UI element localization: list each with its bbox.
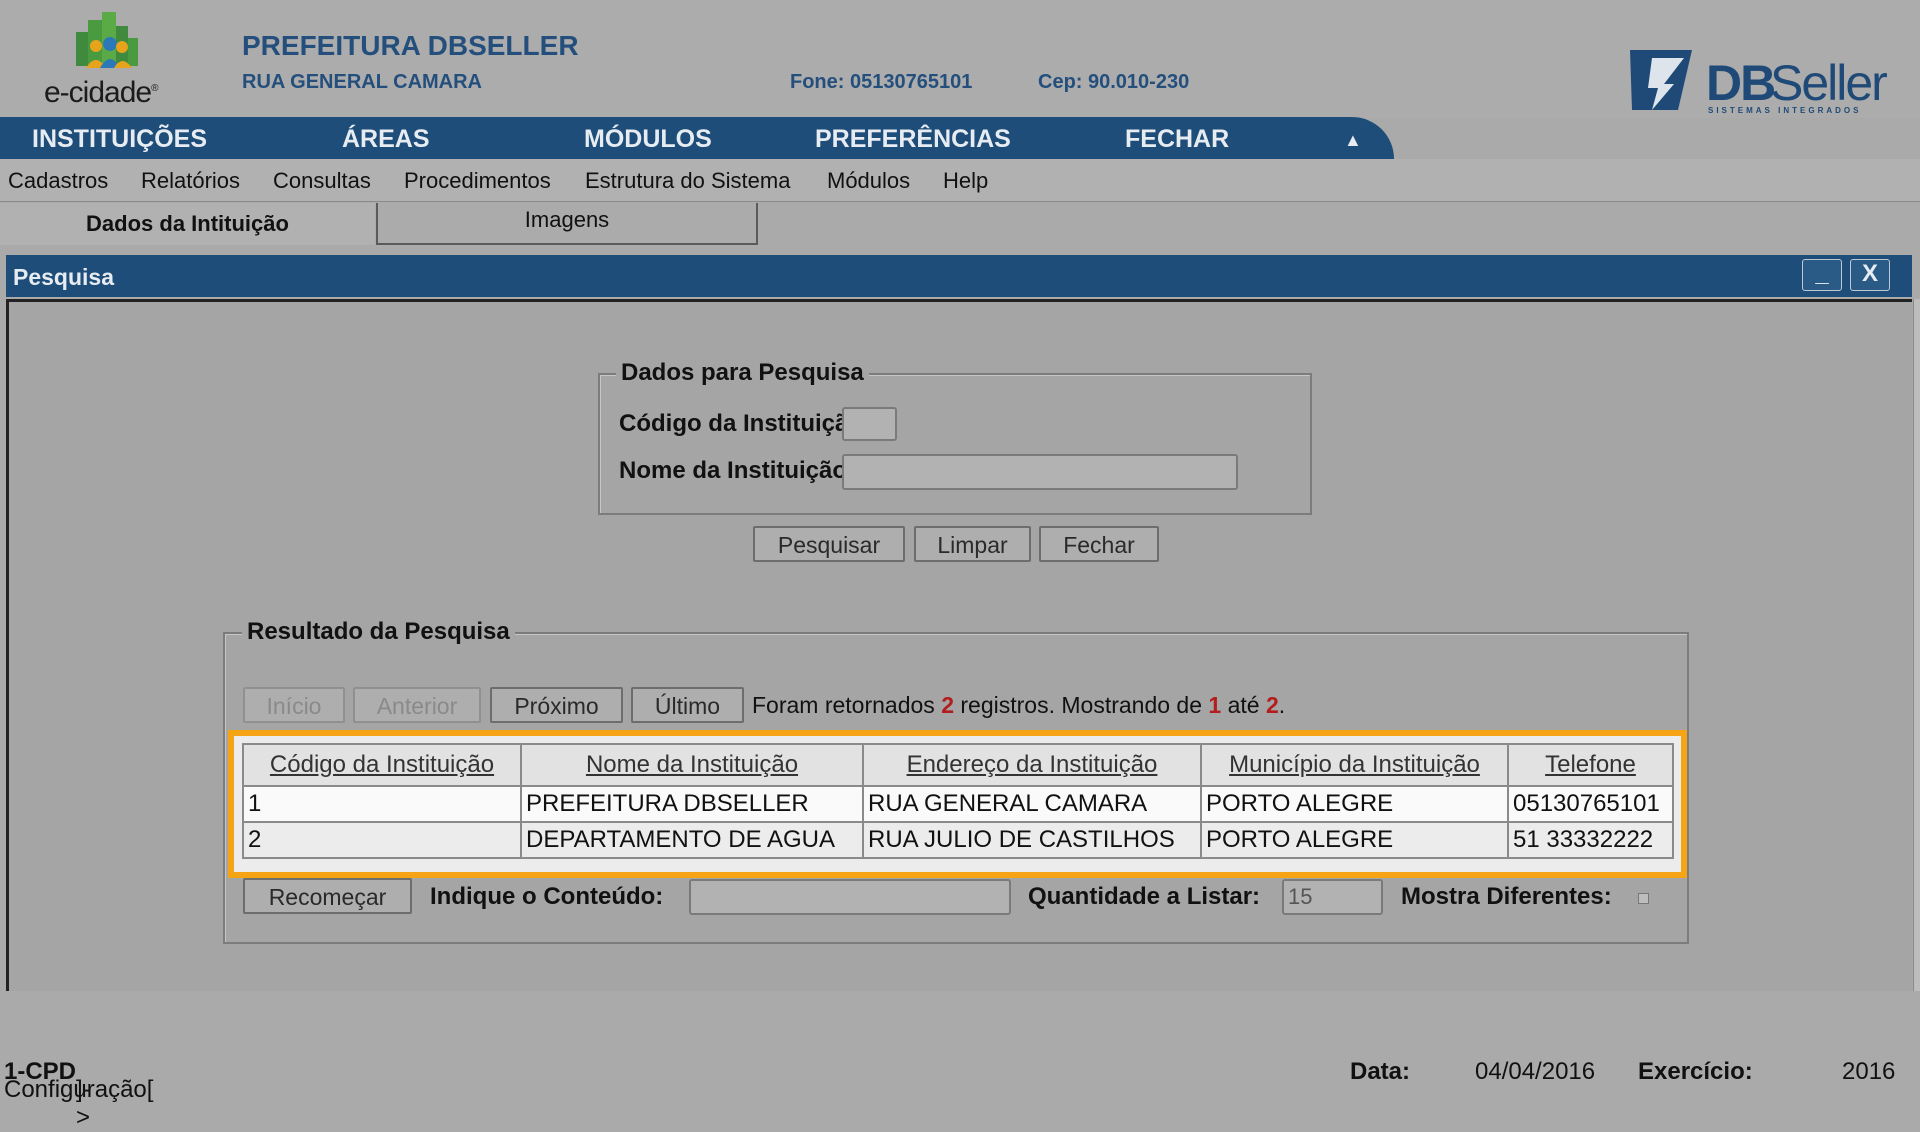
cell-codigo[interactable]: 1 [242, 785, 522, 823]
results-summary: Foram retornados 2 registros. Mostrando … [752, 692, 1285, 719]
content-input[interactable] [689, 879, 1011, 915]
menu-consultas[interactable]: Consultas [273, 168, 371, 194]
pesquisar-button[interactable]: Pesquisar [753, 526, 905, 562]
fechar-button[interactable]: Fechar [1039, 526, 1159, 562]
nav-modulos[interactable]: MÓDULOS [584, 125, 712, 154]
table-row[interactable]: 2 DEPARTAMENTO DE AGUA RUA JULIO DE CAST… [242, 821, 1674, 859]
quantity-input[interactable] [1282, 879, 1383, 915]
summary-from: 1 [1208, 692, 1222, 718]
anterior-button[interactable]: Anterior [353, 687, 481, 723]
summary-prefix: Foram retornados [752, 692, 935, 718]
minimize-icon: _ [1815, 260, 1829, 287]
results-table-highlight: Código da Instituição Nome da Instituiçã… [228, 730, 1687, 878]
city-logo-icon [76, 12, 138, 68]
org-cep: Cep: 90.010-230 [1038, 71, 1190, 93]
nav-instituicoes[interactable]: INSTITUIÇÕES [32, 125, 207, 154]
code-input[interactable] [842, 407, 897, 441]
name-input[interactable] [842, 454, 1238, 490]
config-suffix: ]-> [76, 1076, 91, 1131]
dbseller-mark-icon [1630, 50, 1692, 110]
inicio-button[interactable]: Início [243, 687, 345, 723]
main-nav: INSTITUIÇÕES ÁREAS MÓDULOS PREFERÊNCIAS … [0, 117, 1394, 159]
org-name: PREFEITURA DBSELLER [242, 30, 579, 61]
summary-count: 2 [941, 692, 954, 718]
mostra-diferentes-checkbox[interactable] [1638, 893, 1649, 904]
cell-codigo[interactable]: 2 [242, 821, 522, 859]
col-telefone[interactable]: Telefone [1507, 743, 1674, 787]
code-label: Código da Instituição: [619, 410, 871, 437]
recomecar-button[interactable]: Recomeçar [243, 878, 412, 914]
year-value: 2016 [1842, 1058, 1896, 1085]
nav-areas[interactable]: ÁREAS [342, 125, 430, 154]
menu-bar: Cadastros Relatórios Consultas Procedime… [0, 159, 1920, 202]
menu-procedimentos[interactable]: Procedimentos [404, 168, 551, 194]
results-table: Código da Instituição Nome da Instituiçã… [242, 743, 1674, 859]
logo-wordmark: e-cidade® [44, 76, 159, 109]
diff-label: Mostra Diferentes: [1401, 883, 1612, 910]
window-title: Pesquisa [13, 264, 114, 290]
quantity-label: Quantidade a Listar: [1028, 883, 1261, 910]
ultimo-button[interactable]: Último [631, 687, 744, 723]
col-municipio[interactable]: Município da Instituição [1200, 743, 1509, 787]
results-legend: Resultado da Pesquisa [242, 618, 515, 646]
col-nome[interactable]: Nome da Instituição [520, 743, 864, 787]
date-label: Data: [1350, 1058, 1411, 1085]
summary-until: até [1227, 692, 1260, 718]
org-street: RUA GENERAL CAMARA [242, 71, 482, 93]
nav-fechar[interactable]: FECHAR [1125, 125, 1229, 154]
config-text: Configuração[1-CPD]-> [4, 1058, 153, 1131]
cell-nome[interactable]: DEPARTAMENTO DE AGUA [520, 821, 864, 859]
window-titlebar: Pesquisa _ X [6, 255, 1912, 297]
brand-subtitle: SISTEMAS INTEGRADOS [1708, 106, 1862, 115]
tab-dados-instituicao[interactable]: Dados da Intituição [0, 203, 375, 245]
brand-seller: Seller [1770, 55, 1888, 111]
nav-preferencias[interactable]: PREFERÊNCIAS [815, 125, 1011, 154]
cell-telefone[interactable]: 51 33332222 [1507, 821, 1674, 859]
cell-endereco[interactable]: RUA GENERAL CAMARA [862, 785, 1202, 823]
table-row[interactable]: 1 PREFEITURA DBSELLER RUA GENERAL CAMARA… [242, 785, 1674, 823]
close-icon: X [1861, 260, 1878, 287]
cell-telefone[interactable]: 05130765101 [1507, 785, 1674, 823]
year-label: Exercício: [1638, 1058, 1753, 1085]
col-codigo[interactable]: Código da Instituição [242, 743, 522, 787]
search-legend: Dados para Pesquisa [616, 359, 869, 387]
menu-cadastros[interactable]: Cadastros [8, 168, 108, 194]
content-label: Indique o Conteúdo: [430, 883, 664, 910]
status-bar: Configuração[1-CPD]-> Data: 04/04/2016 E… [0, 1040, 1920, 1131]
search-fieldset: Dados para Pesquisa Código da Instituiçã… [598, 359, 1312, 515]
proximo-button[interactable]: Próximo [490, 687, 623, 723]
cell-municipio[interactable]: PORTO ALEGRE [1200, 785, 1509, 823]
limpar-button[interactable]: Limpar [914, 526, 1031, 562]
menu-modulos[interactable]: Módulos [827, 168, 910, 194]
tab-imagens[interactable]: Imagens [376, 203, 758, 245]
menu-help[interactable]: Help [943, 168, 988, 194]
collapse-arrow-icon[interactable]: ▲ [1344, 130, 1362, 151]
app-header: e-cidade® PREFEITURA DBSELLER RUA GENERA… [0, 0, 1920, 118]
minimize-button[interactable]: _ [1802, 259, 1842, 291]
summary-mid: registros. Mostrando de [960, 692, 1203, 718]
e-cidade-logo: e-cidade® [40, 10, 190, 110]
vertical-scrollbar[interactable] [1913, 299, 1920, 991]
summary-to: 2 [1265, 692, 1279, 718]
name-label: Nome da Instituição: [619, 457, 856, 484]
date-value: 04/04/2016 [1475, 1058, 1596, 1085]
org-phone: Fone: 05130765101 [790, 71, 973, 93]
brand-db: DB [1706, 55, 1776, 111]
cell-endereco[interactable]: RUA JULIO DE CASTILHOS [862, 821, 1202, 859]
table-header-row: Código da Instituição Nome da Instituiçã… [242, 743, 1674, 787]
summary-end: . [1278, 692, 1286, 718]
close-button[interactable]: X [1850, 259, 1890, 291]
col-endereco[interactable]: Endereço da Instituição [862, 743, 1202, 787]
cell-nome[interactable]: PREFEITURA DBSELLER [520, 785, 864, 823]
cell-municipio[interactable]: PORTO ALEGRE [1200, 821, 1509, 859]
menu-estrutura-sistema[interactable]: Estrutura do Sistema [585, 168, 790, 194]
dbseller-logo: DB Seller SISTEMAS INTEGRADOS [1622, 40, 1902, 120]
menu-relatorios[interactable]: Relatórios [141, 168, 240, 194]
